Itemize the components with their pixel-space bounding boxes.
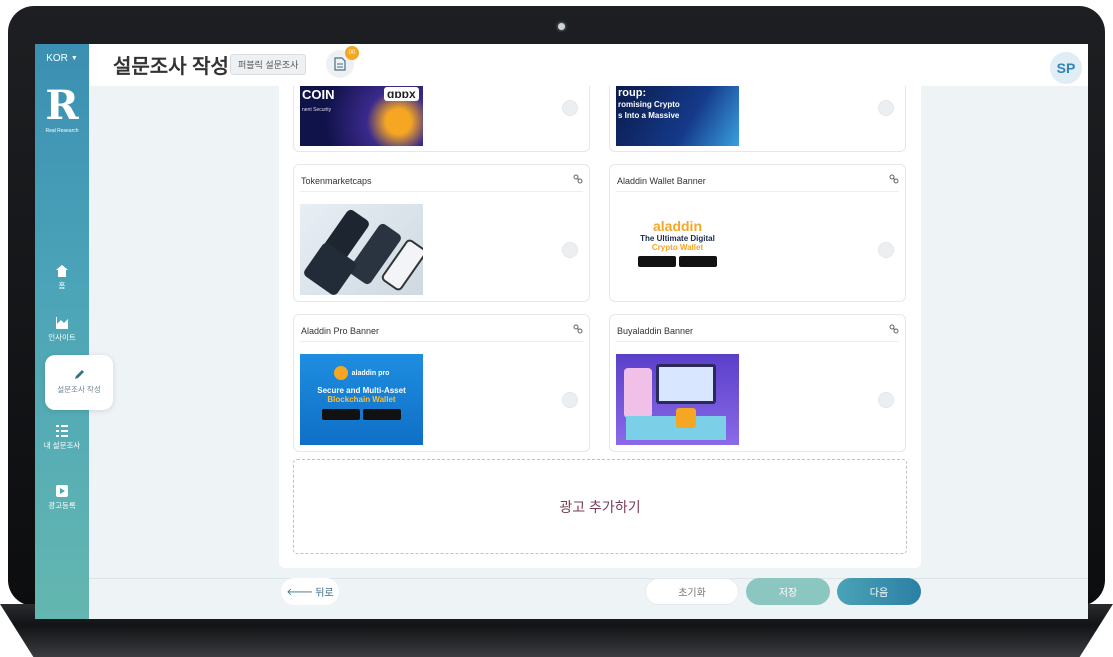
- app-screen: KOR ▼ R Real Research 홈 인사이트 내 설문조사 광고등록…: [35, 44, 1088, 619]
- ad-card-title: Aladdin Wallet Banner: [617, 176, 706, 186]
- card-divider: [300, 191, 583, 192]
- ad-image-text: s Into a Massive: [618, 111, 680, 120]
- logo-text: Real Research: [45, 128, 79, 134]
- top-header: 설문조사 작성 퍼블릭 설문조사 00 SP: [89, 44, 1088, 86]
- ad-card-image: aladdin The Ultimate Digital Crypto Wall…: [616, 204, 739, 295]
- laptop-frame: KOR ▼ R Real Research 홈 인사이트 내 설문조사 광고등록…: [0, 0, 1113, 657]
- link-icon[interactable]: [573, 174, 583, 184]
- card-divider: [300, 341, 583, 342]
- ad-card-image: aladdin pro Secure and Multi-Asset Block…: [300, 354, 423, 445]
- document-count-badge: 00: [345, 46, 359, 60]
- home-icon: [56, 265, 68, 277]
- sidebar-item-label: 내 설문조사: [43, 441, 81, 450]
- link-icon[interactable]: [573, 324, 583, 334]
- ad-image-text: Crypto Wallet: [651, 243, 704, 252]
- sidebar-item-label: 홈: [58, 281, 66, 290]
- page-title: 설문조사 작성: [113, 56, 229, 78]
- ad-card-title: Aladdin Pro Banner: [301, 326, 380, 336]
- language-label: KOR: [46, 52, 68, 64]
- ad-image-logo: ɑɒɒx: [384, 87, 419, 101]
- sidebar-item-create-survey[interactable]: 설문조사 작성: [45, 355, 113, 410]
- ad-image-text: The Ultimate Digital: [640, 234, 715, 243]
- ad-select-radio[interactable]: [878, 242, 894, 258]
- card-divider: [616, 191, 899, 192]
- ad-card[interactable]: Aladdin Pro Banner aladdin pro Secure an…: [293, 314, 590, 452]
- ad-select-radio[interactable]: [878, 392, 894, 408]
- logo-r-icon: R: [45, 82, 79, 129]
- user-avatar[interactable]: SP: [1050, 52, 1082, 84]
- ad-card-image: [300, 204, 423, 295]
- ad-card[interactable]: Buyaladdin Banner: [609, 314, 906, 452]
- camera-dot: [558, 23, 565, 30]
- sidebar: KOR ▼ R Real Research 홈 인사이트 내 설문조사 광고등록: [35, 44, 89, 619]
- ad-select-radio[interactable]: [562, 242, 578, 258]
- next-button[interactable]: 다음: [837, 578, 921, 605]
- back-button[interactable]: 🡐 뒤로: [281, 578, 339, 605]
- save-button[interactable]: 저장: [746, 578, 830, 605]
- ad-selection-panel: COIN ɑɒɒx nent Security roup: romising C…: [279, 86, 921, 568]
- pencil-icon: [75, 370, 84, 379]
- ad-select-radio[interactable]: [878, 100, 894, 116]
- ad-image-text: romising Crypto: [618, 100, 680, 109]
- reset-button[interactable]: 초기화: [645, 578, 739, 605]
- add-ad-button[interactable]: 광고 추가하기: [293, 459, 907, 554]
- back-label: 뒤로: [315, 588, 334, 599]
- ad-image-logo: aladdin pro: [351, 369, 390, 377]
- insight-chart-icon: [56, 317, 68, 329]
- ad-image-text: COIN: [302, 87, 335, 102]
- link-icon[interactable]: [889, 324, 899, 334]
- survey-type-badge: 퍼블릭 설문조사: [230, 54, 307, 75]
- brand-logo[interactable]: R Real Research: [43, 84, 81, 144]
- sidebar-item-home[interactable]: 홈: [35, 264, 89, 291]
- arrow-left-icon: 🡐: [286, 586, 314, 598]
- app-store-badge: [679, 256, 717, 267]
- document-icon: [334, 57, 346, 71]
- ad-card-image: roup: romising Crypto s Into a Massive: [616, 86, 739, 146]
- ad-card-image: COIN ɑɒɒx nent Security: [300, 86, 423, 146]
- ad-select-radio[interactable]: [562, 392, 578, 408]
- sidebar-item-ads[interactable]: 광고등록: [35, 484, 89, 511]
- ad-card[interactable]: COIN ɑɒɒx nent Security: [293, 86, 590, 152]
- sidebar-item-label: 광고등록: [48, 501, 76, 510]
- ad-select-radio[interactable]: [562, 100, 578, 116]
- ad-card[interactable]: roup: romising Crypto s Into a Massive: [609, 86, 906, 152]
- play-icon: [56, 485, 68, 497]
- ad-image-text: Blockchain Wallet: [327, 395, 396, 404]
- sidebar-item-label: 인사이트: [48, 333, 76, 342]
- ad-card[interactable]: Aladdin Wallet Banner aladdin The Ultima…: [609, 164, 906, 302]
- ad-image-logo: aladdin: [652, 218, 702, 234]
- ad-card-image: [616, 354, 739, 445]
- ad-image-text: nent Security: [302, 107, 332, 113]
- app-store-badge: [363, 409, 401, 420]
- google-play-badge: [638, 256, 676, 267]
- list-icon: [56, 425, 68, 437]
- google-play-badge: [322, 409, 360, 420]
- caret-down-icon: ▼: [70, 54, 78, 62]
- card-divider: [616, 341, 899, 342]
- ad-image-text: Secure and Multi-Asset: [317, 386, 406, 395]
- footer-divider: [89, 578, 1088, 579]
- link-icon[interactable]: [889, 174, 899, 184]
- sidebar-item-my-surveys[interactable]: 내 설문조사: [35, 424, 89, 451]
- ad-card-title: Tokenmarketcaps: [301, 176, 372, 186]
- ad-card-title: Buyaladdin Banner: [617, 326, 694, 336]
- sidebar-item-insight[interactable]: 인사이트: [35, 316, 89, 343]
- sidebar-item-label: 설문조사 작성: [57, 385, 101, 394]
- language-selector[interactable]: KOR ▼: [35, 44, 89, 72]
- ad-image-text: roup:: [618, 87, 647, 99]
- ad-card[interactable]: Tokenmarketcaps: [293, 164, 590, 302]
